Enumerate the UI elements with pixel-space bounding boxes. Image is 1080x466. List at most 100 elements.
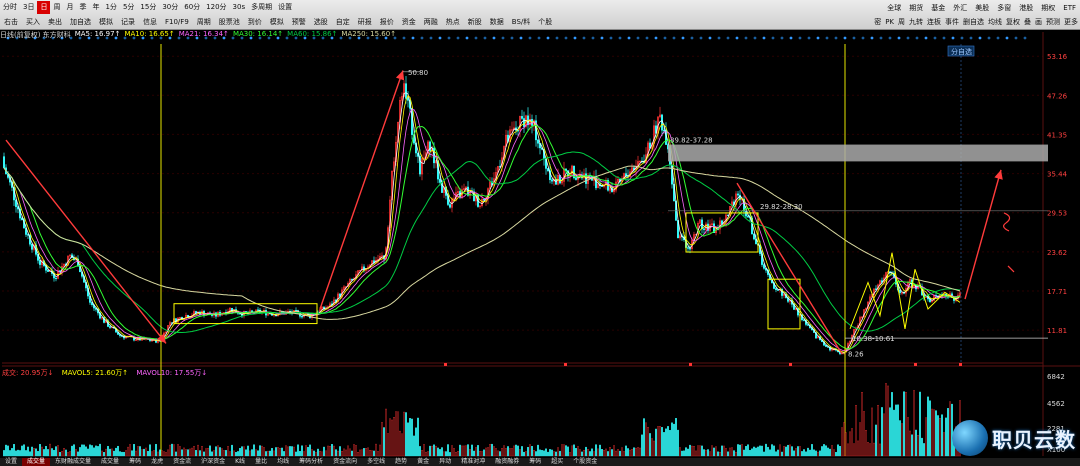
function-button[interactable]: BS/料 xyxy=(508,16,534,28)
function-button[interactable]: 报价 xyxy=(376,16,398,28)
period-tab[interactable]: 1分 xyxy=(102,1,119,14)
period-tab[interactable]: 月 xyxy=(63,1,76,14)
indicator-tab[interactable]: 精准对冲 xyxy=(456,458,490,466)
indicator-tab[interactable]: 筹码分析 xyxy=(294,458,328,466)
indicator-tab[interactable]: 龙虎 xyxy=(146,458,168,466)
volume-bar xyxy=(339,446,341,457)
function-button[interactable]: 两融 xyxy=(420,16,442,28)
chart-tool-tab[interactable]: 均线 xyxy=(986,15,1004,29)
market-button[interactable]: 全球 xyxy=(883,2,905,14)
chart-tool-tab[interactable]: 画 xyxy=(1033,15,1044,29)
function-button[interactable]: 数据 xyxy=(486,16,508,28)
volume-bar xyxy=(785,446,787,457)
function-button[interactable]: 热点 xyxy=(442,16,464,28)
market-button[interactable]: 多窗 xyxy=(993,2,1015,14)
chart-tool-tab[interactable]: 周 xyxy=(896,15,907,29)
indicator-tab[interactable]: 筹码 xyxy=(524,458,546,466)
market-button[interactable]: 港股 xyxy=(1015,2,1037,14)
function-button[interactable]: 右击 xyxy=(0,16,22,28)
indicator-tab[interactable]: 黄金 xyxy=(412,458,434,466)
period-tab[interactable]: 120分 xyxy=(203,1,229,14)
period-tab[interactable]: 设置 xyxy=(275,1,295,14)
function-button[interactable]: 卖出 xyxy=(44,16,66,28)
volume-bar xyxy=(559,450,561,457)
period-tab[interactable]: 30分 xyxy=(159,1,181,14)
indicator-tab[interactable]: 成交量 xyxy=(96,458,124,466)
function-button[interactable]: 模拟 xyxy=(95,16,117,28)
market-button[interactable]: 外汇 xyxy=(949,2,971,14)
function-button[interactable]: 资金 xyxy=(398,16,420,28)
indicator-tab[interactable]: 成交量 xyxy=(22,458,51,466)
volume-bar xyxy=(95,445,97,457)
indicator-tab[interactable]: 多空线 xyxy=(362,458,390,466)
market-button[interactable]: 期权 xyxy=(1037,2,1059,14)
function-button[interactable]: 预警 xyxy=(288,16,310,28)
volume-bar xyxy=(761,445,763,457)
volume-bar xyxy=(707,449,709,457)
function-button[interactable]: 周期 xyxy=(193,16,215,28)
market-button[interactable]: ETF xyxy=(1059,2,1080,14)
indicator-tab[interactable]: 异动 xyxy=(434,458,456,466)
chart-tool-tab[interactable]: 密 xyxy=(872,15,883,29)
chart-tool-tab[interactable]: PK xyxy=(883,15,896,29)
indicator-tab[interactable]: 沪深资金 xyxy=(196,458,230,466)
period-tab[interactable]: 3日 xyxy=(20,1,37,14)
function-button[interactable]: 模拟 xyxy=(266,16,288,28)
indicator-tab[interactable]: 资金流 xyxy=(168,458,196,466)
indicator-tab[interactable]: 设置 xyxy=(0,458,22,466)
chart-tool-tab[interactable]: 叠 xyxy=(1022,15,1033,29)
market-button[interactable]: 基金 xyxy=(927,2,949,14)
function-button[interactable]: 选股 xyxy=(310,16,332,28)
volume-bar xyxy=(839,445,841,457)
period-tab[interactable]: 5分 xyxy=(120,1,137,14)
function-button[interactable]: 记录 xyxy=(117,16,139,28)
function-button[interactable]: F10/F9 xyxy=(161,16,193,28)
function-button[interactable]: 到价 xyxy=(244,16,266,28)
indicator-tab[interactable]: 超买 xyxy=(546,458,568,466)
market-button[interactable]: 期货 xyxy=(905,2,927,14)
function-button[interactable]: 个股 xyxy=(534,16,556,28)
function-button[interactable]: 买入 xyxy=(22,16,44,28)
indicator-tab[interactable]: 个股资金 xyxy=(568,458,602,466)
chart-tool-tab[interactable]: 九转 xyxy=(907,15,925,29)
market-buttons: 全球 期货 基金 外汇 美股 多窗 港股 期权 ETF xyxy=(883,1,1080,14)
function-button[interactable]: 加自选 xyxy=(66,16,95,28)
indicator-tab[interactable]: 融资融券 xyxy=(490,458,524,466)
chart-tool-tab[interactable]: 事件 xyxy=(943,15,961,29)
function-button[interactable]: 研报 xyxy=(354,16,376,28)
indicator-tab[interactable]: 东财融成交量 xyxy=(50,458,96,466)
period-tab[interactable]: 60分 xyxy=(181,1,203,14)
indicator-tab[interactable]: 资金流向 xyxy=(328,458,362,466)
market-button[interactable]: 美股 xyxy=(971,2,993,14)
candle-body xyxy=(745,210,747,217)
period-tab[interactable]: 30s xyxy=(230,1,249,14)
function-button[interactable]: 新股 xyxy=(464,16,486,28)
period-tab[interactable]: 15分 xyxy=(137,1,159,14)
period-tab[interactable]: 分时 xyxy=(0,1,20,14)
period-tab[interactable]: 年 xyxy=(89,1,102,14)
candle-body xyxy=(777,289,779,291)
period-tab[interactable]: 日 xyxy=(37,1,51,14)
indicator-tab[interactable]: 筹码 xyxy=(124,458,146,466)
function-button[interactable]: 自定 xyxy=(332,16,354,28)
function-button[interactable]: 股票池 xyxy=(215,16,244,28)
indicator-tab[interactable]: 均线 xyxy=(272,458,294,466)
volume-bar xyxy=(159,449,161,457)
indicator-tab[interactable]: 量比 xyxy=(250,458,272,466)
chart-tool-tab[interactable]: 连板 xyxy=(925,15,943,29)
chart-tool-tab[interactable]: 复权 xyxy=(1004,15,1022,29)
period-tab[interactable]: 季 xyxy=(76,1,89,14)
chart-tool-tab[interactable]: 预测 xyxy=(1044,15,1062,29)
volume-bar xyxy=(919,391,921,457)
chart-tool-tabs: 密 PK 周九转 连板 事件 删自选 均线 复权叠画预测 更多 xyxy=(872,15,1080,29)
chart-tool-tab[interactable]: 删自选 xyxy=(961,15,986,29)
volume-bar xyxy=(449,452,451,457)
function-button[interactable]: 信息 xyxy=(139,16,161,28)
volume-bar xyxy=(55,446,57,457)
chart-tool-tab[interactable]: 更多 xyxy=(1062,15,1080,29)
period-tab[interactable]: 周 xyxy=(50,1,63,14)
indicator-tab[interactable]: K线 xyxy=(230,458,250,466)
indicator-tab[interactable]: 趋势 xyxy=(390,458,412,466)
period-tab[interactable]: 多周期 xyxy=(248,1,275,14)
kline-chart[interactable]: 50.80 39.82-37.28 29.82-28.30 10.38-10.61 8.… xyxy=(0,0,1080,466)
